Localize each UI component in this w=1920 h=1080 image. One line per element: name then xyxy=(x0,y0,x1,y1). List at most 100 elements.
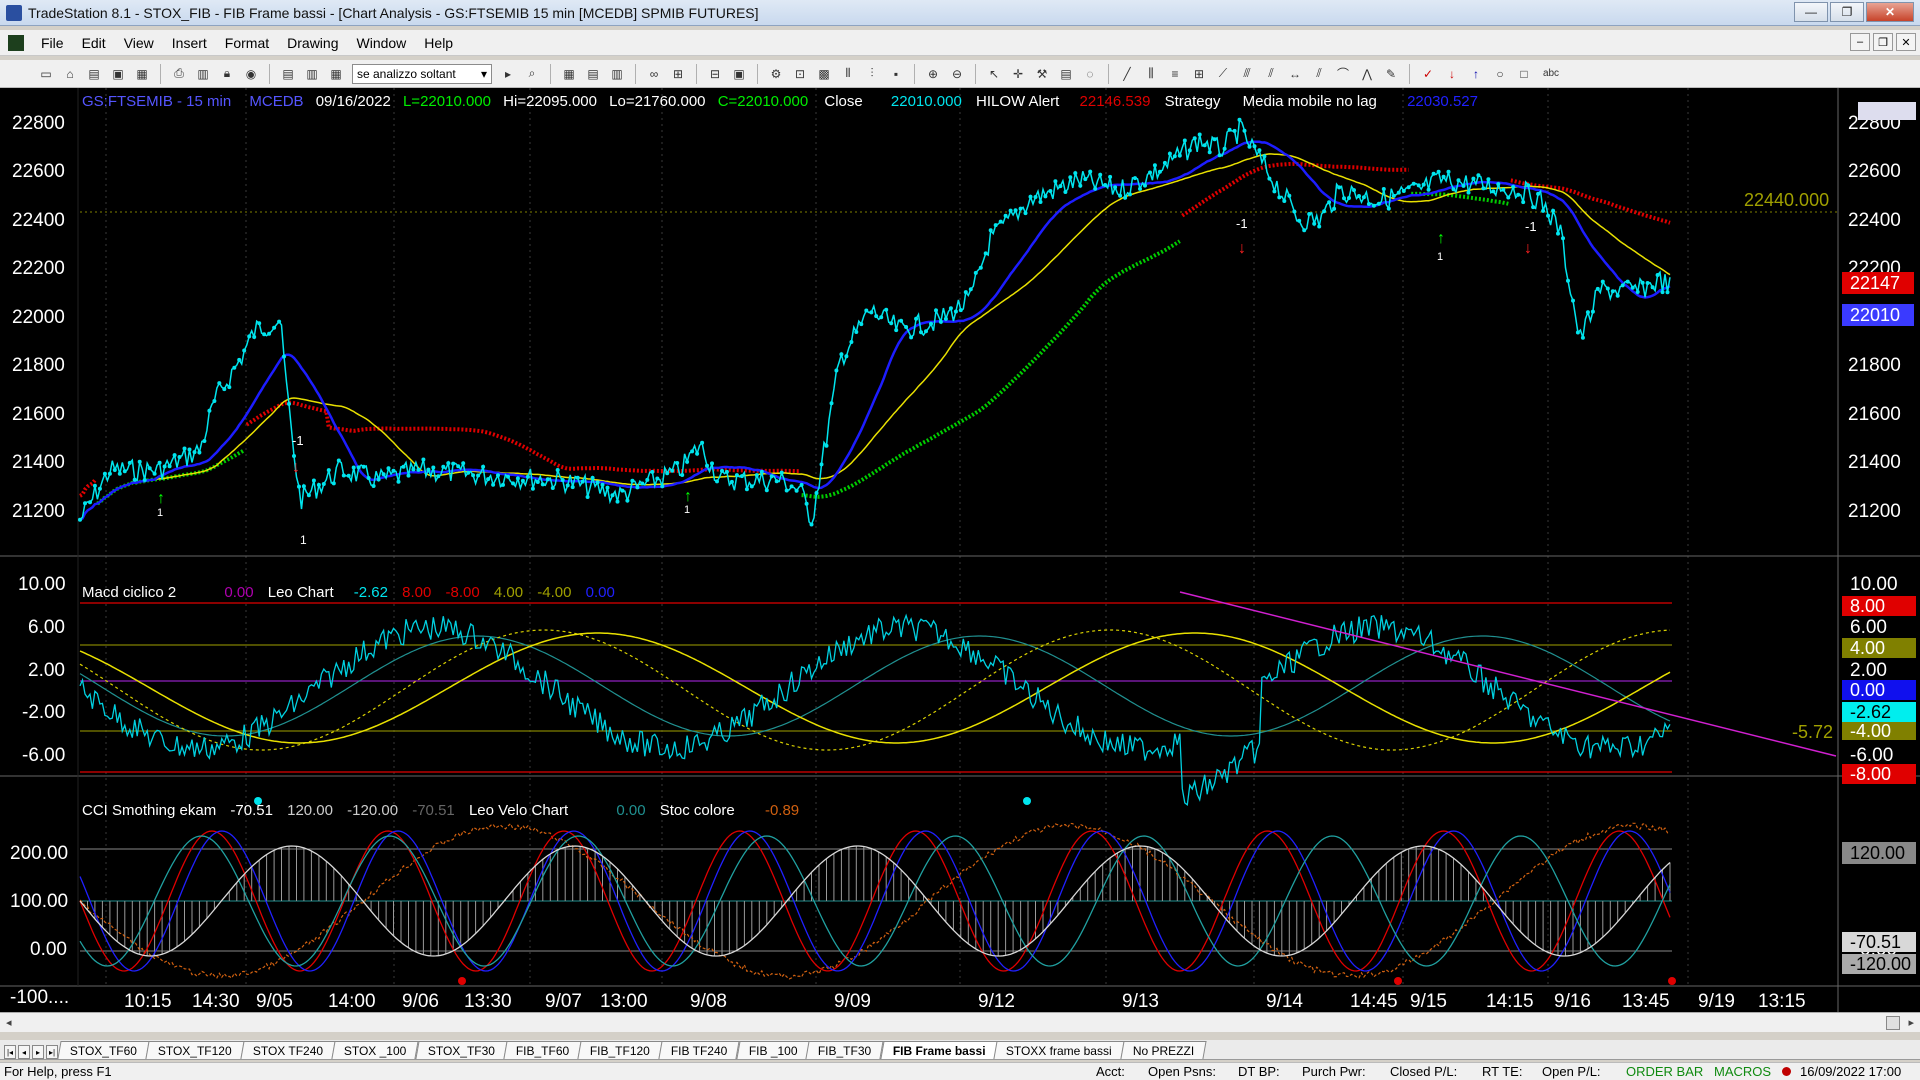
chart-document-icon[interactable] xyxy=(8,34,24,51)
arrow-up-icon[interactable]: ↑ xyxy=(1466,64,1486,84)
tab-stox-tf60[interactable]: STOX_TF60 xyxy=(57,1041,150,1059)
channel-icon[interactable]: ⫽ xyxy=(1261,64,1281,84)
save-all-icon[interactable]: ▦ xyxy=(132,64,152,84)
chart-analysis-icon[interactable]: ▦ xyxy=(559,64,579,84)
strategy-icon[interactable]: ▪ xyxy=(886,64,906,84)
scroll-thumb[interactable] xyxy=(1886,1016,1900,1030)
window-tile-icon[interactable]: ▥ xyxy=(302,64,322,84)
price-pane[interactable]: 1 ↑ 1 -1 ↓ ↑ 1 -1 ↓ ↑ 1 -1 ↓ GS:FTSEMIB … xyxy=(12,93,1916,547)
macd-pane[interactable]: Macd ciclico 2 0.00 Leo Chart -2.62 8.00… xyxy=(18,574,1916,806)
cci-pane[interactable]: CCI Smothing ekam -70.51 120.00 -120.00 … xyxy=(10,797,1916,1008)
status-icon[interactable]: ◌ xyxy=(1080,64,1100,84)
pointer-icon[interactable]: ↖ xyxy=(984,64,1004,84)
tab-stox-100[interactable]: STOX _100 xyxy=(331,1041,420,1059)
tab-no-prezzi[interactable]: No PREZZI xyxy=(1120,1041,1208,1059)
open-workspace-icon[interactable]: ▤ xyxy=(84,64,104,84)
fan-icon[interactable]: ⋀ xyxy=(1357,64,1377,84)
macro-icon[interactable]: ◉ xyxy=(241,64,261,84)
menu-drawing[interactable]: Drawing xyxy=(278,35,347,51)
radar-screen-icon[interactable]: ▤ xyxy=(583,64,603,84)
zoom-out-icon[interactable]: ⊖ xyxy=(947,64,967,84)
options-icon[interactable]: ⊡ xyxy=(790,64,810,84)
news-icon[interactable]: ▤ xyxy=(1056,64,1076,84)
order-bar-button[interactable]: ORDER BAR xyxy=(1626,1064,1703,1079)
matrix-icon[interactable]: ▥ xyxy=(607,64,627,84)
rectangle-icon[interactable]: □ xyxy=(1514,64,1534,84)
print-icon[interactable]: ⎙ xyxy=(169,64,189,84)
menu-window[interactable]: Window xyxy=(348,35,416,51)
zoom-in-icon[interactable]: ⊕ xyxy=(923,64,943,84)
strategy-dropdown[interactable]: se analizzo soltant ▾ xyxy=(352,63,492,84)
ellipse-icon[interactable]: ○ xyxy=(1490,64,1510,84)
indicator-icon[interactable]: ⫶ xyxy=(862,64,882,84)
regression-icon[interactable]: ⊞ xyxy=(1189,64,1209,84)
tab-first-icon[interactable]: |◂ xyxy=(4,1045,16,1059)
tab-stox-tf120[interactable]: STOX_TF120 xyxy=(145,1041,245,1059)
tab-fib-frame-bassi[interactable]: FIB Frame bassi xyxy=(880,1041,999,1059)
tab-fib-tf60[interactable]: FIB_TF60 xyxy=(503,1041,582,1059)
pen-icon[interactable]: ✎ xyxy=(1381,64,1401,84)
bar-chart-icon[interactable]: ⫴ xyxy=(838,64,858,84)
menu-help[interactable]: Help xyxy=(415,35,462,51)
scroll-left-icon[interactable]: ◂ xyxy=(6,1016,12,1029)
tab-fib-tf240[interactable]: FIB TF240 xyxy=(658,1041,741,1059)
scroll-right-icon[interactable]: ▸ xyxy=(1908,1016,1914,1029)
find-icon[interactable]: ⌕ xyxy=(522,64,542,84)
price-marker xyxy=(779,470,784,475)
mdi-minimize-button[interactable]: – xyxy=(1850,33,1870,51)
link-icon[interactable]: ∞ xyxy=(644,64,664,84)
trendline-icon[interactable]: ╱ xyxy=(1117,64,1137,84)
tab-next-icon[interactable]: ▸ xyxy=(32,1045,44,1059)
tab-fib-tf30[interactable]: FIB_TF30 xyxy=(805,1041,885,1059)
play-icon[interactable]: ▸ xyxy=(498,64,518,84)
andrews-icon[interactable]: ⟋ xyxy=(1213,64,1233,84)
scanner-icon[interactable]: ⊞ xyxy=(668,64,688,84)
minimize-button[interactable]: — xyxy=(1794,2,1828,22)
arc-icon[interactable]: ⌒ xyxy=(1333,64,1353,84)
crosshair-icon[interactable]: ✛ xyxy=(1008,64,1028,84)
portfolio-icon[interactable]: ▣ xyxy=(729,64,749,84)
tab-stox-tf240[interactable]: STOX TF240 xyxy=(240,1041,336,1059)
horizontal-arrow-icon[interactable]: ↔ xyxy=(1285,64,1305,84)
tab-stox-tf30[interactable]: STOX_TF30 xyxy=(415,1041,508,1059)
chart-canvas[interactable]: 1 ↑ 1 -1 ↓ ↑ 1 -1 ↓ ↑ 1 -1 ↓ GS:FTSEMIB … xyxy=(0,88,1920,1012)
menu-format[interactable]: Format xyxy=(216,35,278,51)
time-tick: 13:15 xyxy=(1758,991,1806,1012)
close-button[interactable]: ✕ xyxy=(1866,2,1914,22)
restore-button[interactable]: ❐ xyxy=(1830,2,1864,22)
open-folder-icon[interactable]: ⌂ xyxy=(60,64,80,84)
hammer-icon[interactable]: ⚒ xyxy=(1032,64,1052,84)
horizontal-line-icon[interactable]: ≡ xyxy=(1165,64,1185,84)
gann-icon[interactable]: ⫼ xyxy=(1141,64,1161,84)
parallel-lines-icon[interactable]: ⫽ xyxy=(1309,64,1329,84)
macros-button[interactable]: MACROS xyxy=(1714,1064,1771,1079)
arrow-down-icon[interactable]: ↓ xyxy=(1442,64,1462,84)
horizontal-scrollbar[interactable]: ◂ ▸ xyxy=(0,1012,1920,1032)
lock-icon[interactable]: 🔒︎ xyxy=(217,64,237,84)
window-cascade-icon[interactable]: ▤ xyxy=(278,64,298,84)
menu-file[interactable]: File xyxy=(32,35,73,51)
price-marker xyxy=(874,314,879,319)
mdi-restore-button[interactable]: ❐ xyxy=(1873,33,1893,51)
tab-prev-icon[interactable]: ◂ xyxy=(18,1045,30,1059)
new-icon[interactable]: ▭ xyxy=(36,64,56,84)
save-icon[interactable]: ▣ xyxy=(108,64,128,84)
text-icon[interactable]: abc xyxy=(1538,64,1564,84)
menu-edit[interactable]: Edit xyxy=(73,35,115,51)
tab-stoxx-frame-bassi[interactable]: STOXX frame bassi xyxy=(993,1041,1125,1059)
tab-fib-tf120[interactable]: FIB_TF120 xyxy=(577,1041,663,1059)
tab-fib-100[interactable]: FIB _100 xyxy=(736,1041,810,1059)
check-icon[interactable]: ✓ xyxy=(1418,64,1438,84)
chart-type-icon[interactable]: ▩ xyxy=(814,64,834,84)
bars-icon[interactable]: ⊟ xyxy=(705,64,725,84)
fib-retracement-icon[interactable]: ⫻ xyxy=(1237,64,1257,84)
insert-analysis-icon[interactable]: ⚙ xyxy=(766,64,786,84)
print-preview-icon[interactable]: ▥ xyxy=(193,64,213,84)
window-arrange-icon[interactable]: ▦ xyxy=(326,64,346,84)
tab-last-icon[interactable]: ▸| xyxy=(46,1045,58,1059)
menu-view[interactable]: View xyxy=(115,35,163,51)
menu-insert[interactable]: Insert xyxy=(163,35,216,51)
mdi-close-button[interactable]: ✕ xyxy=(1896,33,1916,51)
chart-analysis-window[interactable]: 1 ↑ 1 -1 ↓ ↑ 1 -1 ↓ ↑ 1 -1 ↓ GS:FTSEMIB … xyxy=(0,88,1920,1012)
pane-restore-buttons[interactable] xyxy=(1858,102,1916,120)
